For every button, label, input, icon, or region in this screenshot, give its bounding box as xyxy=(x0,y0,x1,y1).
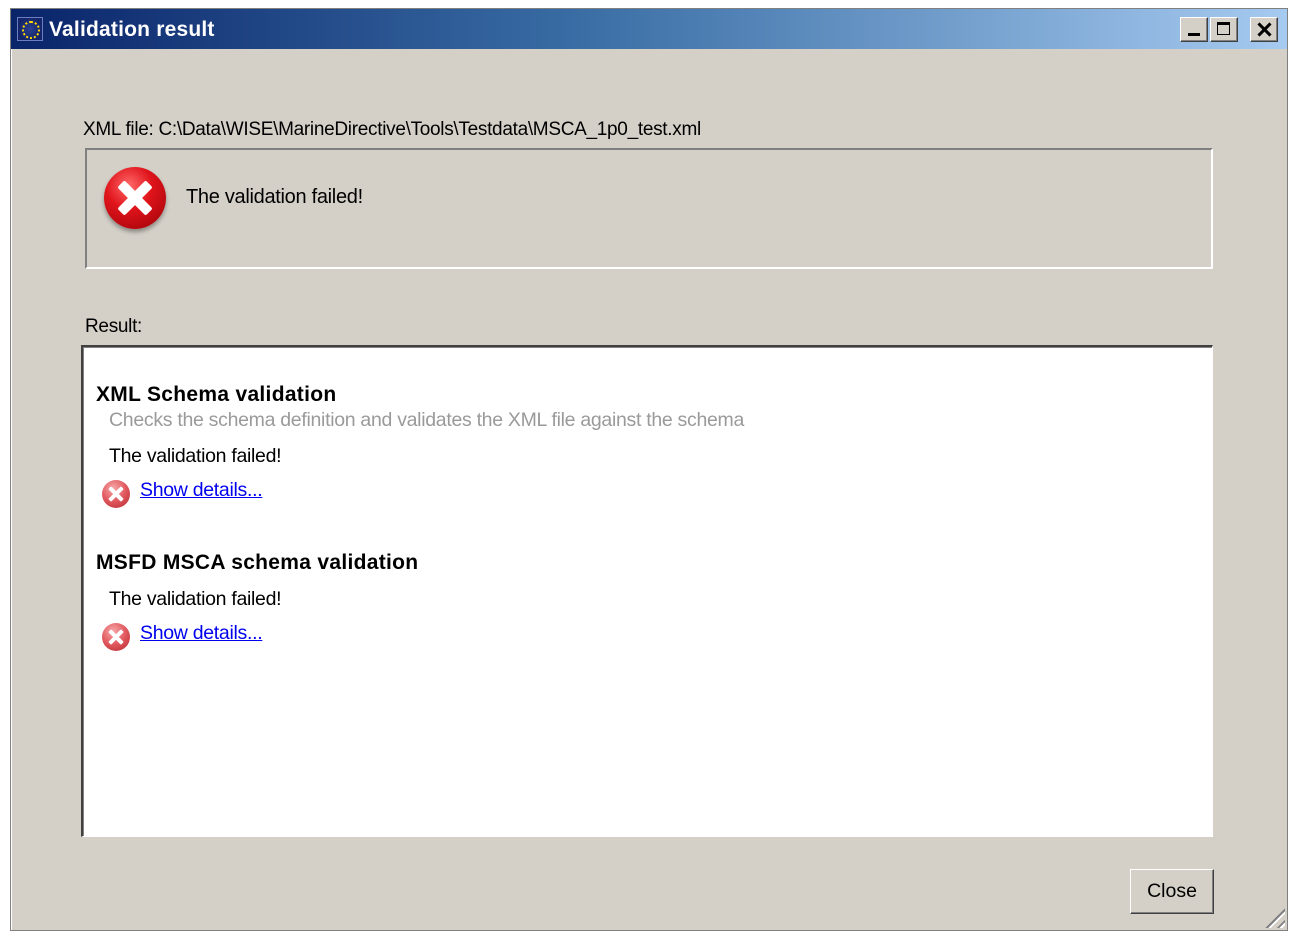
section-result-text: The validation failed! xyxy=(109,588,282,610)
result-section-xml-schema: XML Schema validation Checks the schema … xyxy=(96,383,745,508)
minimize-button[interactable] xyxy=(1180,17,1208,42)
show-details-link[interactable]: Show details... xyxy=(140,479,263,502)
title-bar[interactable]: Validation result xyxy=(11,9,1287,49)
show-details-link[interactable]: Show details... xyxy=(140,622,263,645)
status-message: The validation failed! xyxy=(186,186,363,208)
error-icon xyxy=(104,167,166,229)
section-title: XML Schema validation xyxy=(96,383,337,406)
close-button[interactable]: Close xyxy=(1130,869,1214,914)
error-icon xyxy=(102,623,130,651)
result-section-msfd-msca: MSFD MSCA schema validation The validati… xyxy=(96,551,419,651)
result-panel[interactable]: XML Schema validation Checks the schema … xyxy=(81,345,1213,837)
resize-grip-icon[interactable] xyxy=(1261,904,1285,928)
result-label: Result: xyxy=(85,316,143,337)
status-panel: The validation failed! xyxy=(85,148,1213,269)
app-icon xyxy=(17,17,43,41)
validation-result-dialog: Validation result XML file: C:\Data\WISE… xyxy=(10,8,1288,931)
maximize-button[interactable] xyxy=(1210,17,1238,42)
window-title: Validation result xyxy=(49,18,215,41)
section-result-text: The validation failed! xyxy=(109,445,282,467)
section-title: MSFD MSCA schema validation xyxy=(96,551,419,574)
xml-file-label: XML file: C:\Data\WISE\MarineDirective\T… xyxy=(83,119,701,140)
close-window-button[interactable] xyxy=(1250,17,1278,42)
section-description: Checks the schema definition and validat… xyxy=(109,409,745,431)
detail-row: Show details... xyxy=(102,622,418,651)
error-icon xyxy=(102,480,130,508)
detail-row: Show details... xyxy=(102,479,744,508)
